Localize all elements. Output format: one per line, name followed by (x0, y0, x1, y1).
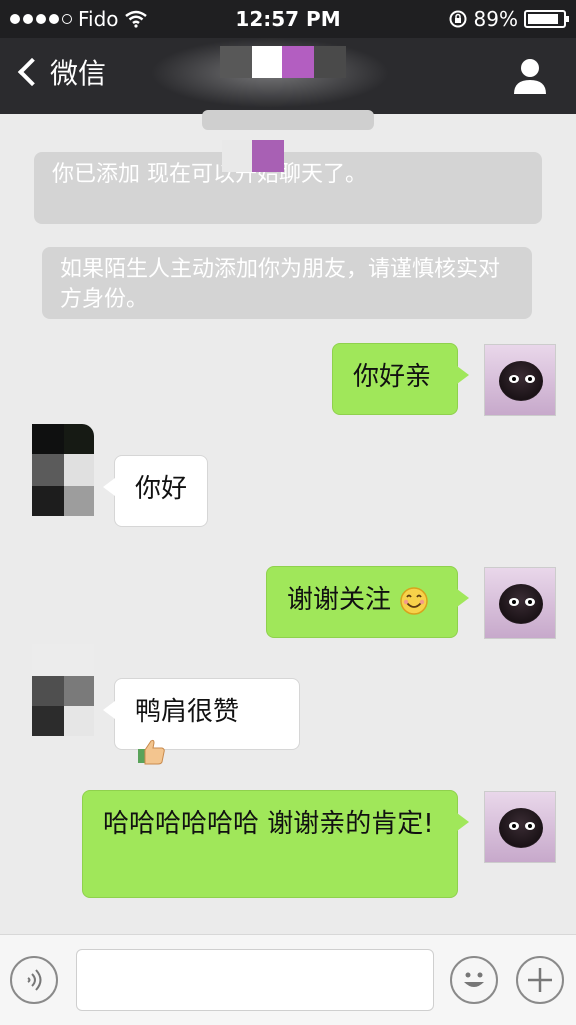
incoming-message[interactable]: 你好 (103, 455, 208, 527)
plus-icon (528, 968, 552, 992)
thumbs-up-emoji-icon (138, 739, 165, 764)
outgoing-message[interactable]: 谢谢关注 (266, 566, 469, 638)
outgoing-message[interactable]: 哈哈哈哈哈哈 谢谢亲的肯定! (82, 790, 469, 898)
back-label: 微信 (50, 57, 107, 90)
emoji-button[interactable] (450, 956, 498, 1004)
contact-avatar-obscured[interactable] (32, 644, 96, 736)
obscured-name-block (252, 140, 284, 172)
navigation-bar: 微信 (0, 38, 576, 114)
incoming-message[interactable]: 鸭肩很赞 (103, 678, 300, 764)
battery-area: 89% (448, 7, 569, 31)
message-input[interactable] (76, 949, 434, 1011)
chevron-left-icon (17, 57, 47, 87)
my-avatar[interactable] (484, 344, 556, 416)
status-bar: Fido 12:57 PM 89% (0, 0, 576, 38)
rotation-lock-icon (449, 10, 467, 28)
my-avatar[interactable] (484, 567, 556, 639)
obscured-name-block (222, 140, 252, 172)
outgoing-message[interactable]: 你好亲 (332, 343, 469, 415)
voice-icon (27, 969, 42, 991)
battery-icon (524, 10, 569, 28)
chat-history[interactable]: 你已添加 现在可以开始聊天了。 如果陌生人主动添加你为朋友，请谨慎核实对方身份。… (0, 110, 576, 934)
input-bar (0, 934, 576, 1025)
voice-input-button[interactable] (10, 956, 58, 1004)
system-message-added: 你已添加 现在可以开始聊天了。 (34, 152, 542, 224)
profile-icon[interactable] (512, 56, 548, 96)
battery-percent: 89% (473, 7, 518, 31)
system-message-warning: 如果陌生人主动添加你为朋友，请谨慎核实对方身份。 (42, 247, 532, 319)
my-avatar[interactable] (484, 791, 556, 863)
obscured-contact-name (150, 38, 390, 108)
timestamp-obscured (202, 110, 374, 130)
emoji-face-icon (464, 972, 484, 987)
more-options-button[interactable] (516, 956, 564, 1004)
smile-emoji-icon (400, 586, 429, 615)
back-button[interactable]: 微信 (14, 52, 106, 92)
contact-avatar-obscured[interactable] (32, 424, 96, 516)
